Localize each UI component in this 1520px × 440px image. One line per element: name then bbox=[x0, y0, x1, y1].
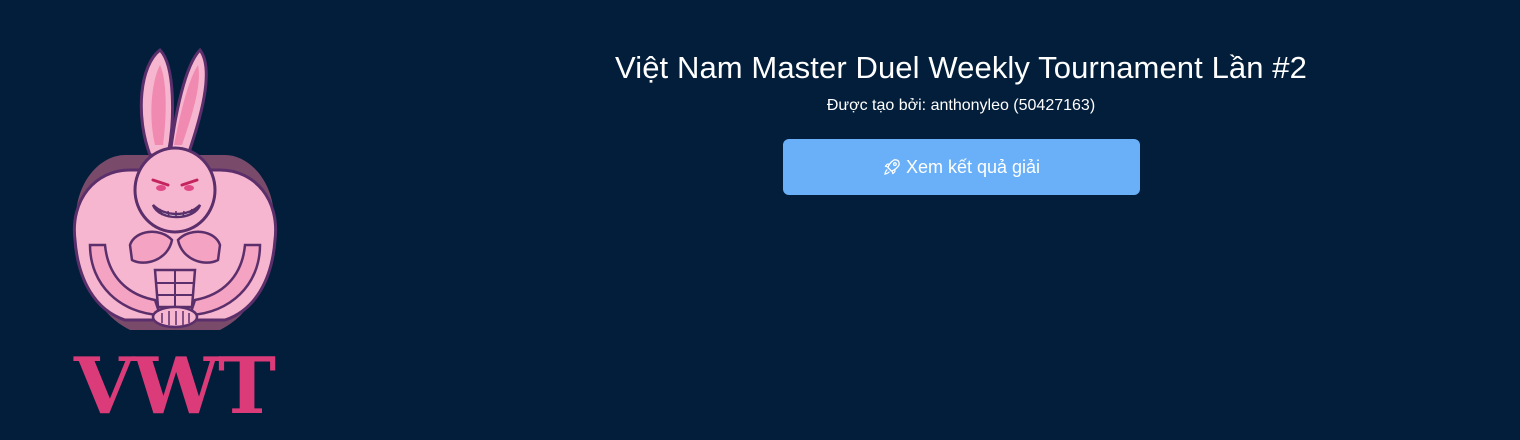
logo-text: VWT bbox=[73, 347, 276, 423]
rocket-icon bbox=[884, 159, 900, 175]
created-by-text: Được tạo bởi: anthonyleo (50427163) bbox=[826, 97, 1096, 114]
view-results-button[interactable]: Xem kết quả giải bbox=[782, 139, 1140, 195]
page-title: Việt Nam Master Duel Weekly Tournament L… bbox=[614, 50, 1307, 85]
view-results-label: Xem kết quả giải bbox=[905, 156, 1041, 177]
vwt-logo: VWT bbox=[50, 45, 300, 430]
logo-wordmark: VWT bbox=[73, 347, 278, 423]
tournament-header: Việt Nam Master Duel Weekly Tournament L… bbox=[500, 46, 1422, 195]
page: VWT Việt Nam Master Duel Weekly Tourname… bbox=[0, 0, 1520, 440]
rabbit-logo-icon bbox=[72, 47, 278, 330]
